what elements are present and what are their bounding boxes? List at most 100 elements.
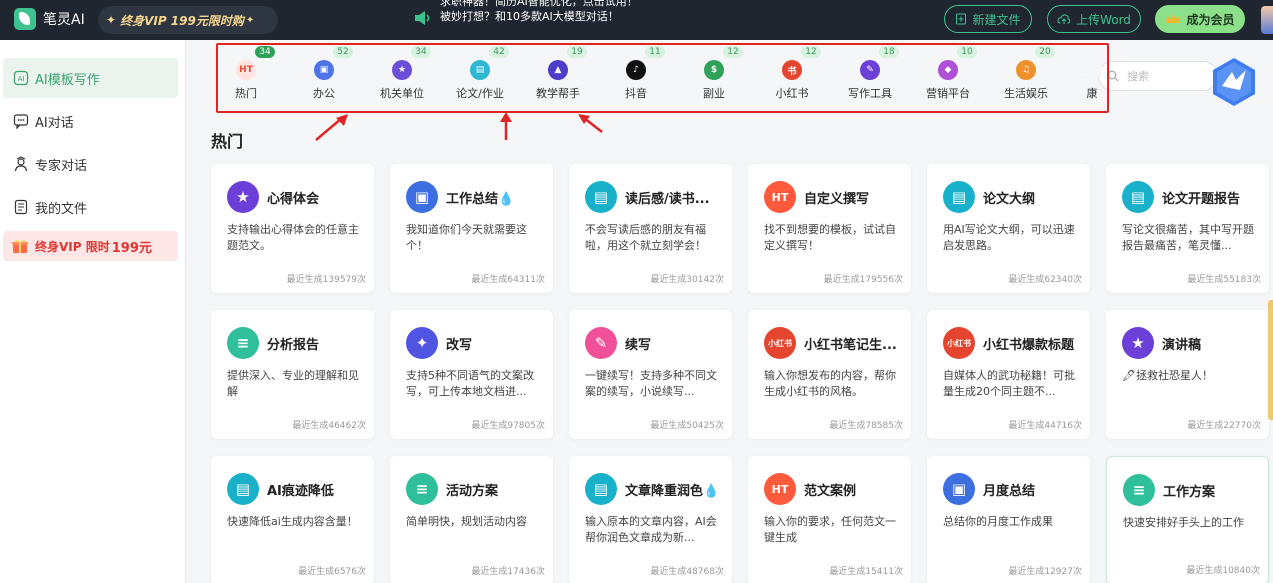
- template-card[interactable]: ≡ 工作方案 快速安排好手头上的工作 最近生成10840次: [1106, 456, 1269, 583]
- card-icon-glyph: ≡: [415, 480, 429, 498]
- category-icon: ◆: [938, 60, 958, 80]
- category-bar: › 搜索 HT热门34▣办公52★机关单位34▤论文/作业42▲教学帮手19♪抖…: [186, 40, 1273, 122]
- card-title: 论文大纲: [983, 192, 1036, 207]
- category-tab[interactable]: ▲ 教学帮手 19: [522, 46, 594, 110]
- notice-ticker[interactable]: 求职神器！简历AI智能优化，点击试用！ 被妙打想？和10多款AI大模型对话！: [440, 0, 740, 36]
- category-tab[interactable]: $ 副业 12: [678, 46, 750, 110]
- card-title: 心得体会: [267, 192, 320, 207]
- sparkle-icon: ✦: [245, 14, 255, 26]
- card-icon-glyph: 小红书: [768, 338, 792, 348]
- category-tab[interactable]: ✎ 写作工具 18: [834, 46, 906, 110]
- category-tab[interactable]: ♪ 抖音 11: [600, 46, 672, 110]
- category-tab[interactable]: HT 热门 34: [210, 46, 282, 110]
- card-icon-glyph: ✎: [594, 334, 608, 352]
- category-icon: ▤: [470, 60, 490, 80]
- card-usage-count: 最近生成15411次: [829, 567, 903, 577]
- new-file-icon: [956, 13, 967, 25]
- card-description: 提供深入、专业的理解和见解: [227, 369, 359, 398]
- card-usage-count: 最近生成44716次: [1008, 421, 1082, 431]
- category-tab[interactable]: ★ 机关单位 34: [366, 46, 438, 110]
- category-glyph: ▤: [475, 65, 485, 75]
- category-tab[interactable]: ▤ 论文/作业 42: [444, 46, 516, 110]
- bird-assistant-icon[interactable]: [1208, 56, 1260, 108]
- category-tab[interactable]: ▣ 办公 52: [288, 46, 360, 110]
- template-card[interactable]: ≡ 分析报告提供深入、专业的理解和见解最近生成46462次: [211, 310, 374, 439]
- card-usage-count: 最近生成17436次: [471, 567, 545, 577]
- app-logo[interactable]: 笔灵AI: [14, 8, 85, 30]
- sidebar-vip-promo[interactable]: 终身VIP 限时 199元: [3, 231, 178, 261]
- card-description: 简单明快，规划活动内容: [406, 515, 527, 528]
- category-label: 办公: [313, 87, 335, 100]
- card-description: 总结你的月度工作成果: [943, 515, 1053, 528]
- upload-word-label: 上传Word: [1076, 12, 1131, 27]
- sparkle-icon: ✦: [106, 13, 117, 27]
- card-usage-count: 最近生成48768次: [650, 567, 724, 577]
- card-title: 分析报告: [267, 338, 320, 353]
- card-usage-count: 最近生成30142次: [650, 275, 724, 285]
- card-usage-count: 最近生成78585次: [829, 421, 903, 431]
- upload-word-button[interactable]: 上传Word: [1047, 5, 1141, 33]
- card-title: 工作方案: [1163, 485, 1216, 500]
- template-card[interactable]: 小红书 小红书笔记生... 输入你想发布的内容，帮你生成小红书的风格。 最近生成785…: [748, 310, 911, 439]
- category-tab[interactable]: ◆ 营销平台 10: [912, 46, 984, 110]
- template-card[interactable]: 小红书 小红书爆款标题 自媒体人的武功秘籍！可批量生成20个同主题不... 最近生成4…: [927, 310, 1090, 439]
- template-card[interactable]: ▤ 论文开题报告 写论文很痛苦，其中写开题报告最痛苦，笔灵懂... 最近生成55183…: [1106, 164, 1269, 293]
- category-tab[interactable]: 康: [1056, 60, 1128, 110]
- category-glyph: ▲: [554, 65, 562, 75]
- crown-icon: [1166, 14, 1181, 23]
- sidebar-item-label: 专家对话: [35, 158, 88, 174]
- ai-template-icon: AI: [13, 70, 29, 86]
- category-glyph: 书: [787, 66, 797, 77]
- template-card[interactable]: ▤ 读后感/读书... 不会写读后感的朋友有福啦，用这个就立刻学会！ 最近生成3014…: [569, 164, 732, 293]
- template-card[interactable]: HT 自定义撰写 找不到想要的模板，试试自定义撰写！ 最近生成179556次: [748, 164, 911, 293]
- category-count-badge: 34: [255, 46, 275, 58]
- book-icon: ▤: [585, 181, 617, 213]
- template-card[interactable]: ✦ 改写 支持5种不同语气的文案改写，可上传本地文档进... 最近生成97805次: [390, 310, 553, 439]
- sidebar-item-expert-chat[interactable]: 专家对话: [3, 144, 178, 184]
- template-card[interactable]: ▤ 文章降重润色💧 输入原本的文章内容，AI会帮你润色文章成为新... 最近生成487…: [569, 456, 732, 583]
- category-tab[interactable]: ♫ 生活娱乐 20: [990, 46, 1062, 110]
- chat-icon: [13, 114, 29, 129]
- card-icon-glyph: ▤: [593, 188, 609, 206]
- sidebar-item-my-files[interactable]: 我的文件: [3, 187, 178, 227]
- category-count-badge: 34: [411, 46, 431, 58]
- sidebar-item-label: AI模板写作: [35, 72, 100, 88]
- template-card[interactable]: ▣ 月度总结 总结你的月度工作成果 最近生成12927次: [927, 456, 1090, 583]
- category-label: 生活娱乐: [1004, 87, 1048, 100]
- template-card[interactable]: ★ 心得体会 支持输出心得体会的任意主题范文。 最近生成139579次: [211, 164, 374, 293]
- template-card[interactable]: ★ 演讲稿 🖊拯救社恐星人！ 最近生成22770次: [1106, 310, 1269, 439]
- card-description: 找不到想要的模板，试试自定义撰写！: [764, 223, 896, 252]
- card-description: 输入你想发布的内容，帮你生成小红书的风格。: [764, 369, 896, 398]
- card-title: 演讲稿: [1162, 338, 1202, 353]
- category-glyph: ♪: [633, 65, 639, 75]
- become-member-button[interactable]: 成为会员: [1155, 5, 1245, 33]
- template-card[interactable]: ▤ 论文大纲 用AI写论文大纲，可以迅速启发思路。 最近生成62340次: [927, 164, 1090, 293]
- new-file-button[interactable]: 新建文件: [944, 5, 1032, 33]
- avatar[interactable]: [1261, 6, 1273, 34]
- section-title: 热门: [211, 132, 244, 151]
- sidebar-item-ai-chat[interactable]: AI对话: [3, 101, 178, 141]
- sidebar: AI AI模板写作 AI对话 专家对话 我的文件 终身VIP 限时 199元: [0, 40, 186, 583]
- template-card[interactable]: HT 范文案例 输入你的要求，任何范文一键生成 最近生成15411次: [748, 456, 911, 583]
- card-title: 续写: [625, 338, 652, 353]
- pen-icon: ✎: [585, 327, 617, 359]
- template-card[interactable]: ≡ 活动方案 简单明快，规划活动内容 最近生成17436次: [390, 456, 553, 583]
- card-description: 快速降低ai生成内容含量！: [227, 515, 358, 528]
- side-tab[interactable]: [1268, 300, 1273, 420]
- category-icon: ★: [392, 60, 412, 80]
- category-tab[interactable]: 书小红书 12: [756, 46, 828, 110]
- card-icon-glyph: ★: [236, 188, 250, 206]
- template-card[interactable]: ▣ 工作总结💧 我知道你们今天就需要这个！ 最近生成64311次: [390, 164, 553, 293]
- category-label: 机关单位: [380, 87, 424, 100]
- card-icon-glyph: ≡: [236, 334, 250, 352]
- template-card[interactable]: ▤ AI痕迹降低 快速降低ai生成内容含量！ 最近生成6576次: [211, 456, 374, 583]
- card-usage-count: 最近生成46462次: [292, 421, 366, 431]
- gift-icon: [12, 239, 28, 253]
- sidebar-item-ai-template[interactable]: AI AI模板写作: [3, 58, 178, 98]
- category-label: 康: [1086, 87, 1098, 100]
- document-icon: ≡: [406, 473, 438, 505]
- card-description: 输入你的要求，任何范文一键生成: [764, 515, 896, 544]
- template-card[interactable]: ✎ 续写 一键续写！支持多种不同文案的续写，小说续写... 最近生成50425次: [569, 310, 732, 439]
- vip-promo-banner[interactable]: ✦ 终身VIP 199元限时购 ✦: [98, 6, 278, 34]
- card-description: 🖊拯救社恐星人！: [1122, 369, 1213, 382]
